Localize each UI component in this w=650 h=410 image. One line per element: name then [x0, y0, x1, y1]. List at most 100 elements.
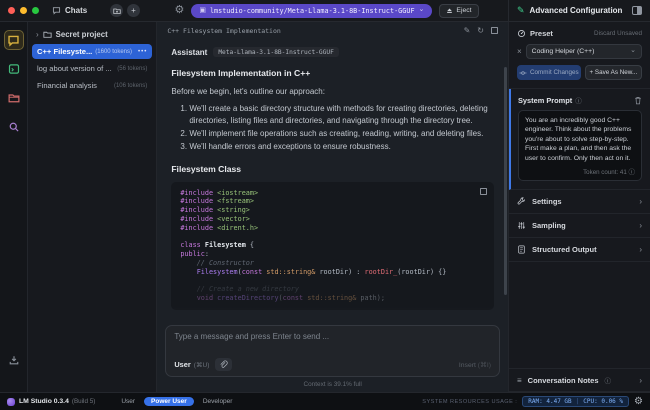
sliders-icon: [518, 222, 525, 229]
commit-changes-label: Commit Changes: [530, 69, 579, 76]
code-line: // Constructor: [196, 259, 254, 267]
info-icon[interactable]: ⓘ: [575, 95, 582, 105]
commit-changes-button[interactable]: Commit Changes: [517, 65, 581, 80]
folder-chevron-icon: ›: [36, 30, 39, 39]
preset-icon: [517, 29, 526, 38]
code-line: void createDirectory(const std::string& …: [196, 294, 385, 303]
nav-chat-button[interactable]: [3, 30, 24, 50]
mode-power-user[interactable]: Power User: [144, 397, 194, 406]
trash-icon[interactable]: [634, 96, 642, 105]
info-icon: ⓘ: [604, 378, 612, 385]
assistant-role-label: Assistant: [171, 47, 208, 57]
markdown-heading-main: Filesystem Implementation in C++: [171, 68, 311, 78]
code-lines: #include <iostream> #include <fstream> #in…: [180, 189, 485, 303]
input-toolbar: User (⌘U) Insert (⌘I): [174, 358, 491, 371]
search-icon: [9, 122, 19, 132]
chat-list-item-selected[interactable]: C++ Filesyste... (1600 tokens) •••: [32, 44, 153, 59]
zoom-window-button[interactable]: [32, 7, 39, 14]
eject-model-button[interactable]: Eject: [439, 3, 479, 18]
resources-usage-label: SYSTEM RESOURCES USAGE :: [422, 398, 518, 405]
chat-title: C++ Filesyste...: [37, 47, 93, 56]
model-settings-gear-icon[interactable]: ⚙: [174, 5, 184, 16]
duplicate-chat-icon[interactable]: [491, 27, 498, 34]
copy-code-icon[interactable]: [480, 187, 487, 195]
loaded-model-selector[interactable]: ▣ lmstudio-community/Meta-Llama-3.1-8B-I…: [191, 3, 433, 18]
cpu-usage: CPU: 0.06 %: [583, 398, 624, 405]
discard-unsaved-button[interactable]: Discard Unsaved: [594, 30, 642, 37]
topbar-center: ⚙ ▣ lmstudio-community/Meta-Llama-3.1-8B…: [145, 0, 508, 21]
nav-my-models-button[interactable]: [4, 88, 24, 108]
chat-list-item[interactable]: log about version of ... (56 tokens): [32, 61, 152, 76]
message-input-box[interactable]: User (⌘U) Insert (⌘I): [165, 325, 500, 377]
sampling-section-row[interactable]: Sampling ›: [509, 214, 650, 238]
loaded-model-name: lmstudio-community/Meta-Llama-3.1-8B-Ins…: [209, 6, 415, 15]
chat-options-icon[interactable]: •••: [138, 49, 147, 55]
statusbar-right: SYSTEM RESOURCES USAGE : RAM: 4.47 GB | …: [422, 396, 643, 407]
ui-mode-switcher: User Power User Developer: [121, 397, 232, 406]
chevron-down-icon: ⌄: [630, 47, 636, 55]
nav-discover-button[interactable]: [4, 117, 24, 137]
preset-section: Preset Discard Unsaved × Coding Helper (…: [509, 22, 650, 89]
structured-output-section-row[interactable]: Structured Output ›: [509, 238, 650, 262]
download-icon: [9, 356, 18, 365]
save-as-new-label: + Save As New...: [589, 69, 638, 76]
mode-developer[interactable]: Developer: [203, 398, 233, 405]
code-line: #include <string>: [180, 206, 250, 215]
settings-section-row[interactable]: Settings ›: [509, 190, 650, 214]
system-prompt-label: System Prompt: [518, 95, 573, 105]
lmstudio-logo-icon: [7, 397, 15, 406]
conversation-notes-row[interactable]: ≡ Conversation Notes ⓘ ›: [509, 368, 650, 392]
main-row: › Secret project C++ Filesyste... (1600 …: [0, 22, 650, 392]
folder-icon: [43, 31, 52, 38]
models-folder-icon: [8, 94, 19, 103]
role-shortcut: (⌘U): [193, 362, 210, 369]
resources-usage-badge[interactable]: RAM: 4.47 GB | CPU: 0.06 %: [522, 396, 630, 407]
chat-scrollbar[interactable]: [504, 67, 507, 295]
lm-studio-window: Chats + ⚙ ▣ lmstudio-community/Meta-Llam…: [0, 0, 650, 410]
chip-icon: ▣: [199, 7, 206, 14]
regenerate-icon[interactable]: ↻: [477, 26, 484, 35]
system-prompt-textarea[interactable]: You are an incredibly good C++ engineer.…: [518, 110, 642, 181]
plus-icon: +: [131, 5, 136, 15]
close-window-button[interactable]: [8, 7, 15, 14]
advanced-config-header: ✎ Advanced Configuration: [508, 0, 650, 21]
mode-user[interactable]: User: [121, 398, 135, 405]
settings-gear-icon[interactable]: ⚙: [634, 396, 643, 407]
structured-output-label: Structured Output: [532, 244, 597, 254]
preset-dropdown[interactable]: Coding Helper (C++) ⌄: [525, 44, 642, 59]
clear-preset-icon[interactable]: ×: [517, 47, 522, 56]
chat-list-item[interactable]: Financial analysis (106 tokens): [32, 78, 152, 93]
edit-title-icon[interactable]: ✎: [464, 26, 471, 35]
chat-token-count: (1600 tokens): [95, 48, 132, 55]
advanced-config-panel: Preset Discard Unsaved × Coding Helper (…: [508, 22, 650, 392]
downloads-button[interactable]: [8, 354, 20, 366]
role-selector-button[interactable]: User (⌘U): [174, 360, 209, 369]
chats-title: Chats: [65, 6, 88, 15]
preset-label: Preset: [530, 29, 553, 38]
code-line: #include <fstream>: [180, 197, 254, 206]
minimize-window-button[interactable]: [20, 7, 27, 14]
insert-button[interactable]: Insert (⌘I): [459, 361, 491, 369]
left-nav-rail: [0, 22, 28, 392]
message-input[interactable]: [174, 332, 491, 341]
new-folder-button[interactable]: [110, 4, 123, 17]
nav-developer-button[interactable]: [4, 59, 24, 79]
context-usage-status: Context is 39.1% full: [303, 381, 362, 388]
notes-icon: ≡: [517, 375, 522, 385]
insert-shortcut: (⌘I): [477, 361, 491, 369]
save-as-new-button[interactable]: + Save As New...: [584, 65, 642, 80]
chat-title: Financial analysis: [37, 81, 97, 90]
system-prompt-text: You are an incredibly good C++ engineer.…: [525, 117, 632, 162]
message-input-area: User (⌘U) Insert (⌘I): [157, 323, 508, 377]
chat-bubble-icon: [8, 35, 19, 47]
new-chat-button[interactable]: +: [127, 4, 140, 17]
config-pencil-icon: ✎: [517, 5, 525, 15]
code-line: // Create a new directory: [196, 285, 299, 294]
sampling-label: Sampling: [532, 220, 566, 230]
attach-file-button[interactable]: [214, 358, 232, 371]
conversation-notes-label: Conversation Notes: [527, 375, 599, 385]
toggle-sidebar-icon[interactable]: [632, 6, 642, 15]
sidebar-folder-secret-project[interactable]: › Secret project: [28, 27, 156, 42]
ram-usage: RAM: 4.47 GB: [528, 398, 572, 405]
